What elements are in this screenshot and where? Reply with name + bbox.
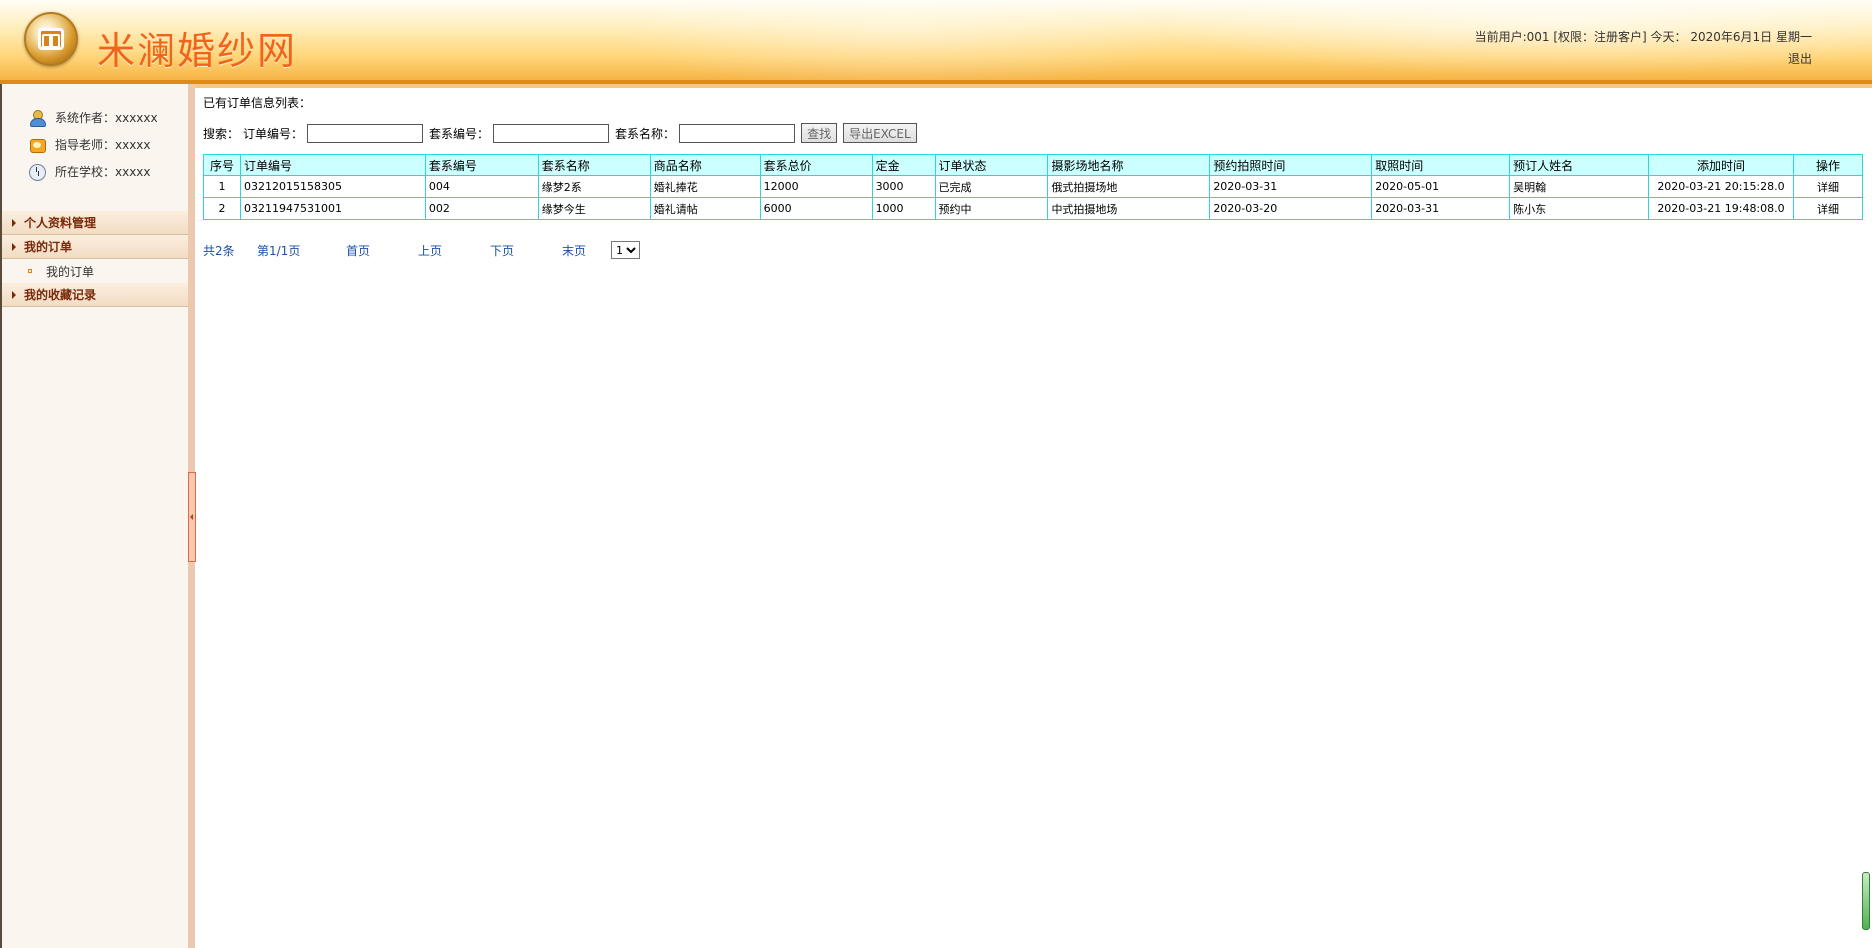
set-no-input[interactable]	[493, 123, 610, 143]
set-name-input[interactable]	[679, 123, 796, 143]
col-header: 套系总价	[759, 154, 873, 176]
col-header: 取照时间	[1371, 154, 1511, 176]
info-teacher-text: 指导老师：xxxxx	[55, 138, 151, 152]
cell-status: 已完成	[934, 175, 1049, 198]
col-header: 套系编号	[424, 154, 539, 176]
search-label: 搜索：	[203, 126, 240, 141]
set-no-label: 套系编号：	[429, 126, 490, 141]
info-author-text: 系统作者：xxxxxx	[55, 111, 158, 125]
cell-venue: 俄式拍摄场地	[1047, 175, 1211, 198]
cell-added-time: 2020-03-21 19:48:08.0	[1647, 197, 1794, 220]
cell-added-time: 2020-03-21 20:15:28.0	[1647, 175, 1794, 198]
cell-set-name: 缘梦2系	[537, 175, 651, 198]
bullet-square-icon	[28, 269, 32, 273]
order-no-label: 订单编号：	[243, 126, 304, 141]
sidebar-subitem-my-orders[interactable]: 我的订单	[2, 259, 188, 283]
cell-order-no: 03211947531001	[239, 197, 426, 220]
pager-total: 共2条	[203, 243, 235, 258]
cell-total-price: 6000	[759, 197, 873, 220]
detail-link[interactable]: 详细	[1817, 181, 1839, 194]
detail-link[interactable]: 详细	[1817, 203, 1839, 216]
info-school-text: 所在学校：xxxxx	[55, 165, 151, 179]
col-header: 商品名称	[649, 154, 761, 176]
pager-next-link[interactable]: 下页	[490, 242, 562, 259]
cell-product-name: 婚礼捧花	[649, 175, 761, 198]
table-header-row: 序号 订单编号 套系编号 套系名称 商品名称 套系总价 定金 订单状态 摄影场地…	[203, 154, 1864, 176]
main-content: 已有订单信息列表： 搜索： 订单编号： 套系编号： 套系名称： 查找 导出EXC…	[203, 84, 1864, 948]
orders-table: 序号 订单编号 套系编号 套系名称 商品名称 套系总价 定金 订单状态 摄影场地…	[203, 154, 1864, 220]
col-header: 添加时间	[1647, 154, 1794, 176]
author-icon	[28, 109, 46, 127]
search-bar: 搜索： 订单编号： 套系编号： 套系名称： 查找 导出EXCEL	[203, 122, 923, 144]
cell-set-no: 002	[424, 197, 539, 220]
cell-customer: 吴明翰	[1509, 175, 1649, 198]
cell-shoot-date: 2020-03-20	[1209, 197, 1373, 220]
pager-last-link[interactable]: 末页	[562, 242, 611, 259]
col-header: 订单状态	[934, 154, 1049, 176]
pager-page-info: 第1/1页	[257, 243, 301, 258]
cell-index: 2	[203, 197, 241, 220]
sidebar-item-label: 我的收藏记录	[24, 288, 97, 302]
pager-prev-link[interactable]: 上页	[418, 242, 490, 259]
col-header: 套系名称	[537, 154, 651, 176]
cell-deposit: 3000	[871, 175, 936, 198]
info-author: 系统作者：xxxxxx	[28, 104, 188, 131]
page-header: 米澜婚纱网 当前用户:001 [权限：注册客户] 今天： 2020年6月1日 星…	[0, 0, 1872, 88]
logout-link[interactable]: 退出	[1788, 52, 1812, 66]
sidebar-info: 系统作者：xxxxxx 指导老师：xxxxx 所在学校：xxxxx	[2, 84, 188, 185]
table-row: 1 03212015158305 004 缘梦2系 婚礼捧花 12000 300…	[203, 175, 1864, 198]
export-excel-button[interactable]: 导出EXCEL	[843, 123, 917, 143]
col-header: 订单编号	[239, 154, 426, 176]
pager-first-link[interactable]: 首页	[346, 242, 418, 259]
cell-product-name: 婚礼请帖	[649, 197, 761, 220]
cell-deposit: 1000	[871, 197, 936, 220]
set-name-label: 套系名称：	[615, 126, 676, 141]
site-logo-icon	[24, 12, 78, 66]
cell-total-price: 12000	[759, 175, 873, 198]
col-header: 预订人姓名	[1509, 154, 1649, 176]
site-title: 米澜婚纱网	[97, 29, 298, 73]
scroll-indicator[interactable]	[1862, 872, 1870, 930]
cell-shoot-date: 2020-03-31	[1209, 175, 1373, 198]
cell-customer: 陈小东	[1509, 197, 1649, 220]
sidebar-collapse-toggle[interactable]	[188, 472, 196, 562]
cell-status: 预约中	[934, 197, 1049, 220]
table-row: 2 03211947531001 002 缘梦今生 婚礼请帖 6000 1000…	[203, 197, 1864, 220]
sidebar: 系统作者：xxxxxx 指导老师：xxxxx 所在学校：xxxxx 个人资料管理…	[0, 84, 188, 948]
cell-pickup-date: 2020-05-01	[1371, 175, 1511, 198]
col-header: 定金	[871, 154, 936, 176]
order-no-input[interactable]	[307, 123, 424, 143]
col-header: 摄影场地名称	[1047, 154, 1211, 176]
sidebar-item-favorites[interactable]: 我的收藏记录	[2, 283, 188, 307]
cell-index: 1	[203, 175, 241, 198]
school-icon	[28, 163, 46, 181]
cell-set-name: 缘梦今生	[537, 197, 651, 220]
sidebar-item-profile[interactable]: 个人资料管理	[2, 211, 188, 235]
caret-right-icon	[12, 218, 16, 227]
sidebar-item-orders[interactable]: 我的订单	[2, 235, 188, 259]
teacher-icon	[28, 136, 46, 153]
list-title: 已有订单信息列表：	[203, 96, 312, 110]
col-header: 预约拍照时间	[1209, 154, 1373, 176]
col-header: 序号	[203, 154, 241, 176]
cell-venue: 中式拍摄地场	[1047, 197, 1211, 220]
col-header: 操作	[1792, 154, 1864, 176]
caret-right-icon	[12, 290, 16, 299]
info-teacher: 指导老师：xxxxx	[28, 131, 188, 158]
caret-right-icon	[12, 242, 16, 251]
pagination: 共2条 第1/1页 首页 上页 下页 末页 1	[203, 240, 640, 260]
sidebar-item-label: 个人资料管理	[24, 216, 97, 230]
current-user-line: 当前用户:001 [权限：注册客户] 今天： 2020年6月1日 星期一	[1474, 30, 1812, 44]
cell-set-no: 004	[424, 175, 539, 198]
page-select[interactable]: 1	[611, 241, 640, 259]
info-school: 所在学校：xxxxx	[28, 158, 188, 185]
sidebar-menu: 个人资料管理 我的订单 我的订单 我的收藏记录	[2, 211, 188, 307]
find-button[interactable]: 查找	[801, 123, 838, 143]
cell-order-no: 03212015158305	[239, 175, 426, 198]
sidebar-item-label: 我的订单	[24, 240, 73, 254]
sidebar-subitem-label: 我的订单	[46, 264, 95, 279]
cell-pickup-date: 2020-03-31	[1371, 197, 1511, 220]
user-info: 当前用户:001 [权限：注册客户] 今天： 2020年6月1日 星期一 退出	[1475, 26, 1812, 70]
